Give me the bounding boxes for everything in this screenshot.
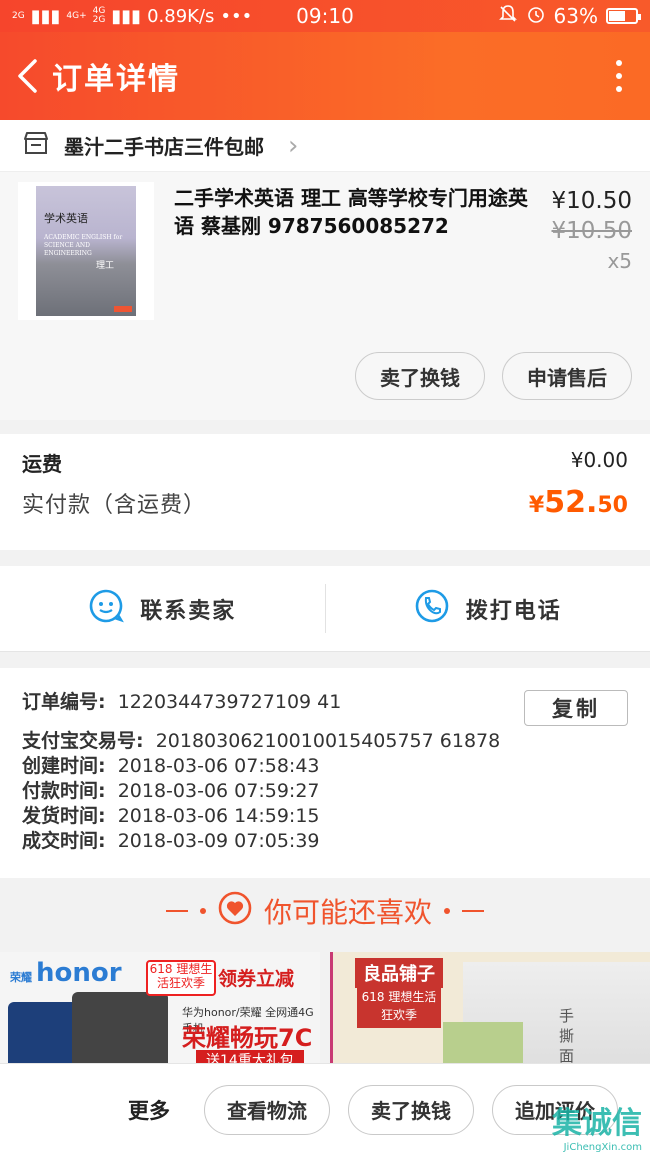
divider-left xyxy=(165,910,188,912)
shipped-row: 发货时间: 2018-03-06 14:59:15 xyxy=(22,804,628,829)
shipping-row: 运费 ¥0.00 xyxy=(22,448,628,477)
paid-time-label: 付款时间: xyxy=(22,780,106,802)
copy-button[interactable]: 复制 xyxy=(524,690,628,726)
snack-brand: 良品铺子 xyxy=(355,958,443,988)
paid-amount-integer: 52. xyxy=(544,485,598,520)
more-button[interactable]: 更多 xyxy=(128,1095,170,1125)
sell-button[interactable]: 卖了换钱 xyxy=(355,352,485,400)
shop-row[interactable]: 墨汁二手书店三件包邮 › xyxy=(0,120,650,172)
network-speed: 0.89K/s xyxy=(147,5,215,27)
book-cover-subtitle: ACADEMIC ENGLISH for SCIENCE AND ENGINEE… xyxy=(44,234,123,257)
recommend-item-snack[interactable]: 良品铺子 618 理想生活狂欢季 手撕面包 xyxy=(330,952,650,1072)
battery-percent: 63% xyxy=(553,4,598,28)
call-phone-label: 拨打电话 xyxy=(465,598,562,624)
paid-currency: ¥ xyxy=(528,493,545,518)
price-block: ¥10.50 ¥10.50 x5 xyxy=(552,186,632,276)
closed-row: 成交时间: 2018-03-09 07:05:39 xyxy=(22,829,628,854)
contact-seller-label: 联系卖家 xyxy=(140,598,237,624)
signal-4g-2g-label: 4G 2G xyxy=(93,7,106,25)
bell-off-icon xyxy=(498,4,518,29)
after-sales-button[interactable]: 申请售后 xyxy=(502,352,632,400)
product-image[interactable]: 学术英语 ACADEMIC ENGLISH for SCIENCE AND EN… xyxy=(18,182,154,320)
status-right: 63% xyxy=(498,4,641,29)
shop-name: 墨汁二手书店三件包邮 xyxy=(64,135,264,159)
product-title: 二手学术英语 理工 高等学校专门用途英语 蔡基刚 9787560085272 xyxy=(174,186,528,238)
alipay-number: 20180306210010015405757 61878 xyxy=(155,730,501,752)
created-row: 创建时间: 2018-03-06 07:58:43 xyxy=(22,754,628,779)
back-icon[interactable] xyxy=(16,56,46,96)
closed-time: 2018-03-09 07:05:39 xyxy=(117,830,320,852)
alipay-label: 支付宝交易号: xyxy=(22,730,144,752)
honor-logo: 荣耀 honor xyxy=(10,958,122,988)
shipping-value: ¥0.00 xyxy=(570,448,628,472)
phone-image-2 xyxy=(72,992,168,1072)
publisher-logo xyxy=(114,306,132,312)
battery-fill xyxy=(609,11,626,21)
recommend-item-honor[interactable]: 荣耀 honor 618 理想生活狂欢季 领券立减 华为honor/荣耀 全网通4… xyxy=(0,952,320,1072)
original-price: ¥10.50 xyxy=(551,218,632,244)
call-phone-button[interactable]: 拨打电话 xyxy=(326,566,650,651)
recommend-header: 你可能还喜欢 xyxy=(0,878,650,944)
signal-2g-label: 2G xyxy=(12,10,25,21)
more-notifications-icon: ••• xyxy=(220,5,253,27)
signal-bars-icon-2: ▮▮▮ xyxy=(111,5,142,27)
alarm-icon xyxy=(526,4,546,29)
page-title: 订单详情 xyxy=(52,62,180,97)
signal-4g-label: 4G+ xyxy=(66,10,87,21)
honor-logo-text: honor xyxy=(36,958,122,988)
fee-section: 运费 ¥0.00 实付款（含运费） ¥52.50 xyxy=(0,434,650,550)
paid-amount: ¥52.50 xyxy=(529,485,628,520)
bottom-action-bar: 更多 查看物流 卖了换钱 追加评价 xyxy=(0,1063,650,1155)
paid-label: 实付款（含运费） xyxy=(22,492,207,518)
ad-title: 荣耀畅玩7C xyxy=(182,1024,313,1052)
product-card[interactable]: 学术英语 ACADEMIC ENGLISH for SCIENCE AND EN… xyxy=(0,172,650,420)
paid-time-row: 付款时间: 2018-03-06 07:59:27 xyxy=(22,779,628,804)
product-price: ¥10.50 xyxy=(551,188,632,214)
book-cover-label: 理工 xyxy=(96,261,115,271)
phone-icon xyxy=(414,588,450,630)
dot-left xyxy=(199,908,206,914)
shipping-label: 运费 xyxy=(22,452,62,476)
status-bar: 2G ▮▮▮ 4G+ 4G 2G ▮▮▮ 0.89K/s ••• 09:10 63… xyxy=(0,0,650,32)
honor-logo-small: 荣耀 xyxy=(10,971,32,984)
alipay-row: 支付宝交易号: 20180306210010015405757 61878 xyxy=(22,729,628,754)
sell-button-bottom[interactable]: 卖了换钱 xyxy=(348,1084,474,1135)
order-info: 订单编号: 1220344739727109 41 复制 支付宝交易号: 201… xyxy=(0,668,650,878)
contact-seller-button[interactable]: 联系卖家 xyxy=(0,566,325,651)
recommend-list: 荣耀 honor 618 理想生活狂欢季 领券立减 华为honor/荣耀 全网通4… xyxy=(0,952,650,1072)
shop-icon xyxy=(22,130,50,161)
paid-time: 2018-03-06 07:59:27 xyxy=(117,780,320,802)
promo-badge: 618 理想生活狂欢季 xyxy=(146,960,216,996)
order-number: 1220344739727109 41 xyxy=(117,691,342,713)
status-left: 2G ▮▮▮ 4G+ 4G 2G ▮▮▮ 0.89K/s ••• xyxy=(12,6,252,27)
book-cover: 学术英语 ACADEMIC ENGLISH for SCIENCE AND EN… xyxy=(36,186,136,316)
product-quantity: x5 xyxy=(607,249,632,273)
paid-amount-decimal: 50 xyxy=(597,493,628,518)
closed-label: 成交时间: xyxy=(22,830,106,852)
signal-bars-icon: ▮▮▮ xyxy=(30,5,61,27)
battery-icon xyxy=(606,8,641,24)
paid-row: 实付款（含运费） ¥52.50 xyxy=(22,485,628,520)
shipped-time: 2018-03-06 14:59:15 xyxy=(117,805,320,827)
created-time: 2018-03-06 07:58:43 xyxy=(117,755,320,777)
signal-2g-text: 2G xyxy=(92,15,106,25)
more-options-icon[interactable] xyxy=(604,56,634,96)
chevron-right-icon: › xyxy=(288,130,299,161)
book-cover-title: 学术英语 xyxy=(44,212,88,225)
dot-right xyxy=(444,908,450,914)
coupon-text: 领券立减 xyxy=(218,968,295,990)
order-number-label: 订单编号: xyxy=(22,691,106,713)
divider-right xyxy=(462,910,484,912)
heart-icon xyxy=(218,891,252,932)
shipped-label: 发货时间: xyxy=(22,805,106,827)
navigation-bar: 订单详情 xyxy=(0,32,650,120)
contact-bar: 联系卖家 拨打电话 xyxy=(0,566,650,652)
created-label: 创建时间: xyxy=(22,755,106,777)
chat-icon xyxy=(88,588,125,630)
add-review-button[interactable]: 追加评价 xyxy=(492,1084,618,1135)
view-logistics-button[interactable]: 查看物流 xyxy=(204,1084,330,1135)
promo-badge-2: 618 理想生活狂欢季 xyxy=(357,988,441,1028)
recommend-title: 你可能还喜欢 xyxy=(263,896,432,929)
